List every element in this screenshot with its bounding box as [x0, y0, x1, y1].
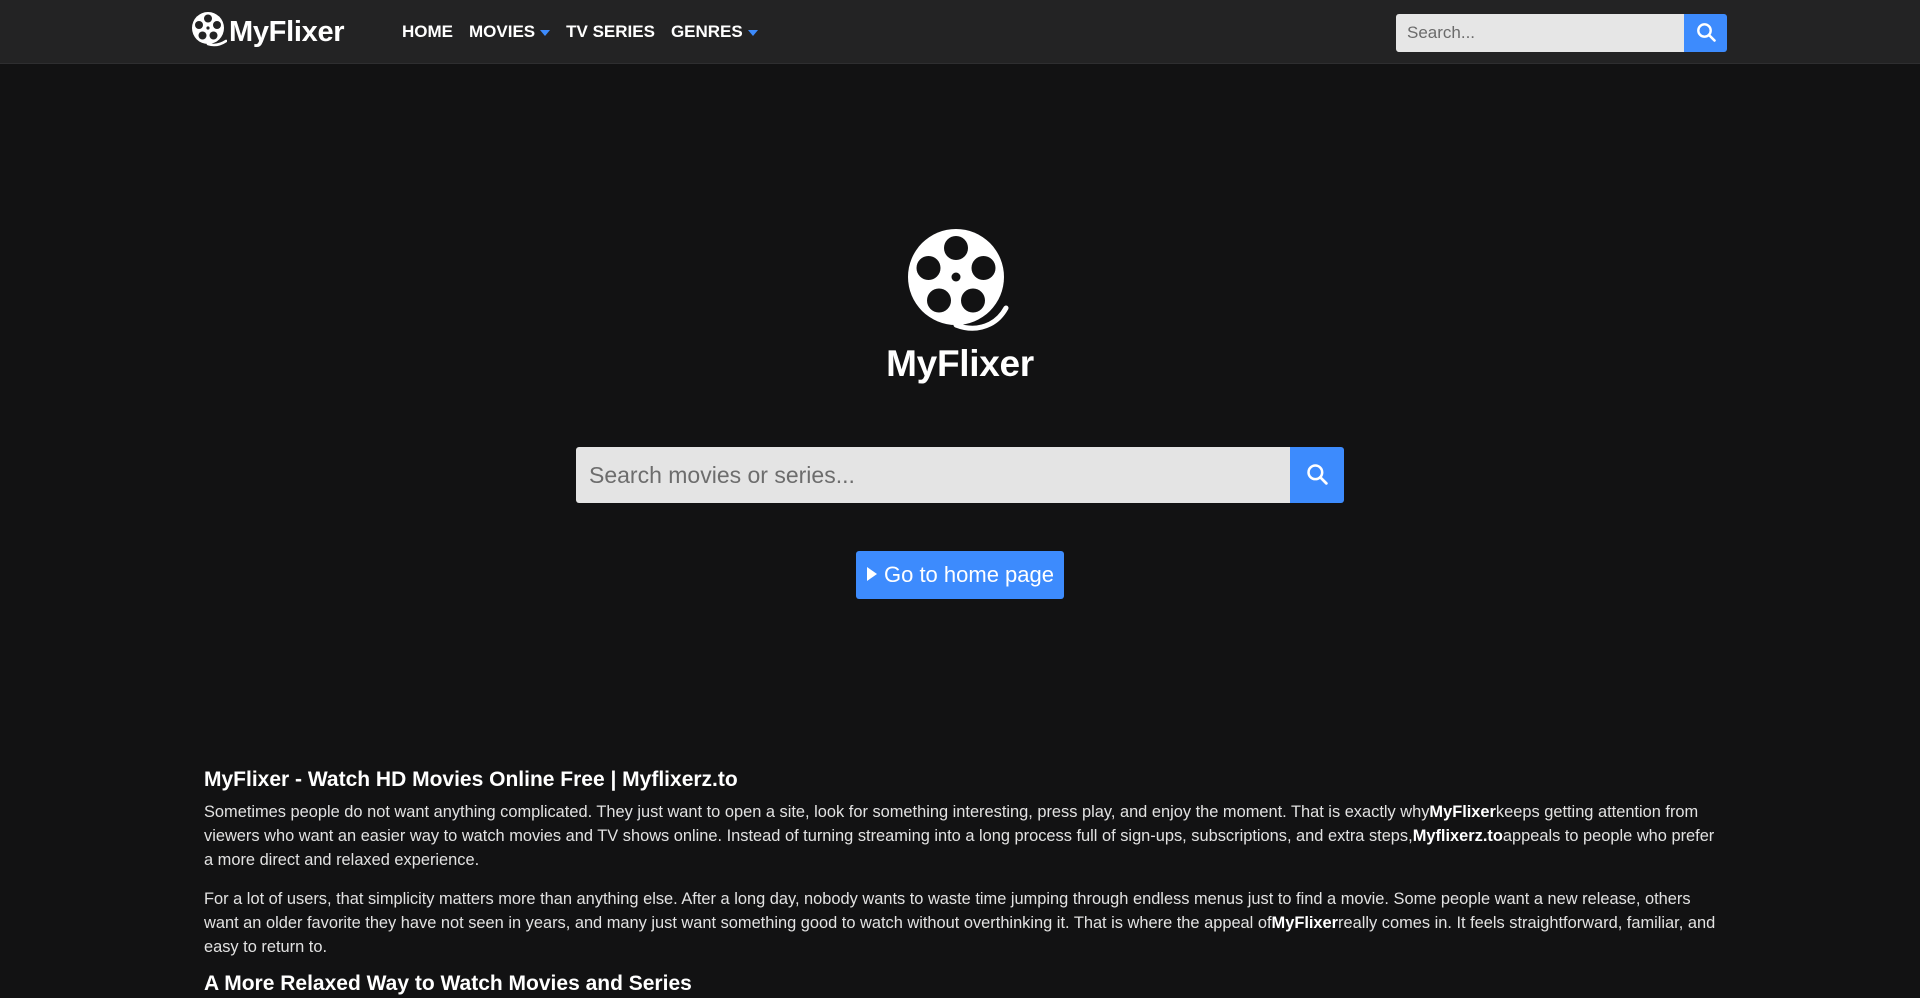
- search-icon: [1696, 22, 1716, 45]
- brand-logo-link[interactable]: MyFlixer: [191, 10, 345, 55]
- nav-home[interactable]: HOME: [402, 0, 461, 64]
- p1-bold-domain: Myflixerz.to: [1412, 827, 1503, 845]
- nav-movies-label: MOVIES: [469, 22, 536, 41]
- header-search-button[interactable]: [1684, 14, 1727, 52]
- film-reel-icon: [191, 10, 228, 55]
- nav-movies[interactable]: MOVIES: [461, 0, 558, 64]
- article-subtitle: A More Relaxed Way to Watch Movies and S…: [204, 972, 692, 995]
- search-icon: [1306, 463, 1328, 488]
- nav-home-label: HOME: [402, 22, 453, 41]
- main-nav: HOME MOVIES TV SERIES GENRES: [402, 0, 766, 64]
- p1-bold-brand: MyFlixer: [1429, 803, 1496, 821]
- play-icon: [866, 562, 878, 588]
- caret-down-icon: [540, 30, 551, 36]
- main-search-input[interactable]: [576, 447, 1290, 503]
- hero-logo: MyFlixer: [880, 228, 1040, 388]
- p1-text-a: Sometimes people do not want anything co…: [204, 803, 1430, 821]
- caret-down-icon: [747, 30, 758, 36]
- article-paragraph: Sometimes people do not want anything co…: [204, 800, 1717, 872]
- go-home-label: Go to home page: [883, 562, 1054, 587]
- header-search-input[interactable]: [1396, 14, 1684, 52]
- seo-article: MyFlixer - Watch HD Movies Online Free |…: [204, 766, 1717, 998]
- main-search-button[interactable]: [1290, 447, 1344, 503]
- article-title: MyFlixer - Watch HD Movies Online Free |…: [204, 768, 738, 791]
- top-navbar: MyFlixer HOME MOVIES TV SERIES GENRES: [0, 0, 1920, 64]
- nav-tv-series[interactable]: TV SERIES: [558, 0, 663, 64]
- nav-genres[interactable]: GENRES: [663, 0, 766, 64]
- hero-brand-name: MyFlixer: [886, 343, 1034, 384]
- p2-bold-brand: MyFlixer: [1271, 914, 1339, 932]
- film-reel-icon: [902, 228, 1018, 337]
- main-search: [576, 447, 1344, 503]
- nav-genres-label: GENRES: [670, 22, 743, 41]
- nav-tv-series-label: TV SERIES: [566, 22, 655, 41]
- brand-name: MyFlixer: [229, 15, 345, 48]
- go-home-button[interactable]: Go to home page: [856, 551, 1064, 599]
- header-search: [1396, 14, 1727, 52]
- article-paragraph: For a lot of users, that simplicity matt…: [204, 887, 1717, 959]
